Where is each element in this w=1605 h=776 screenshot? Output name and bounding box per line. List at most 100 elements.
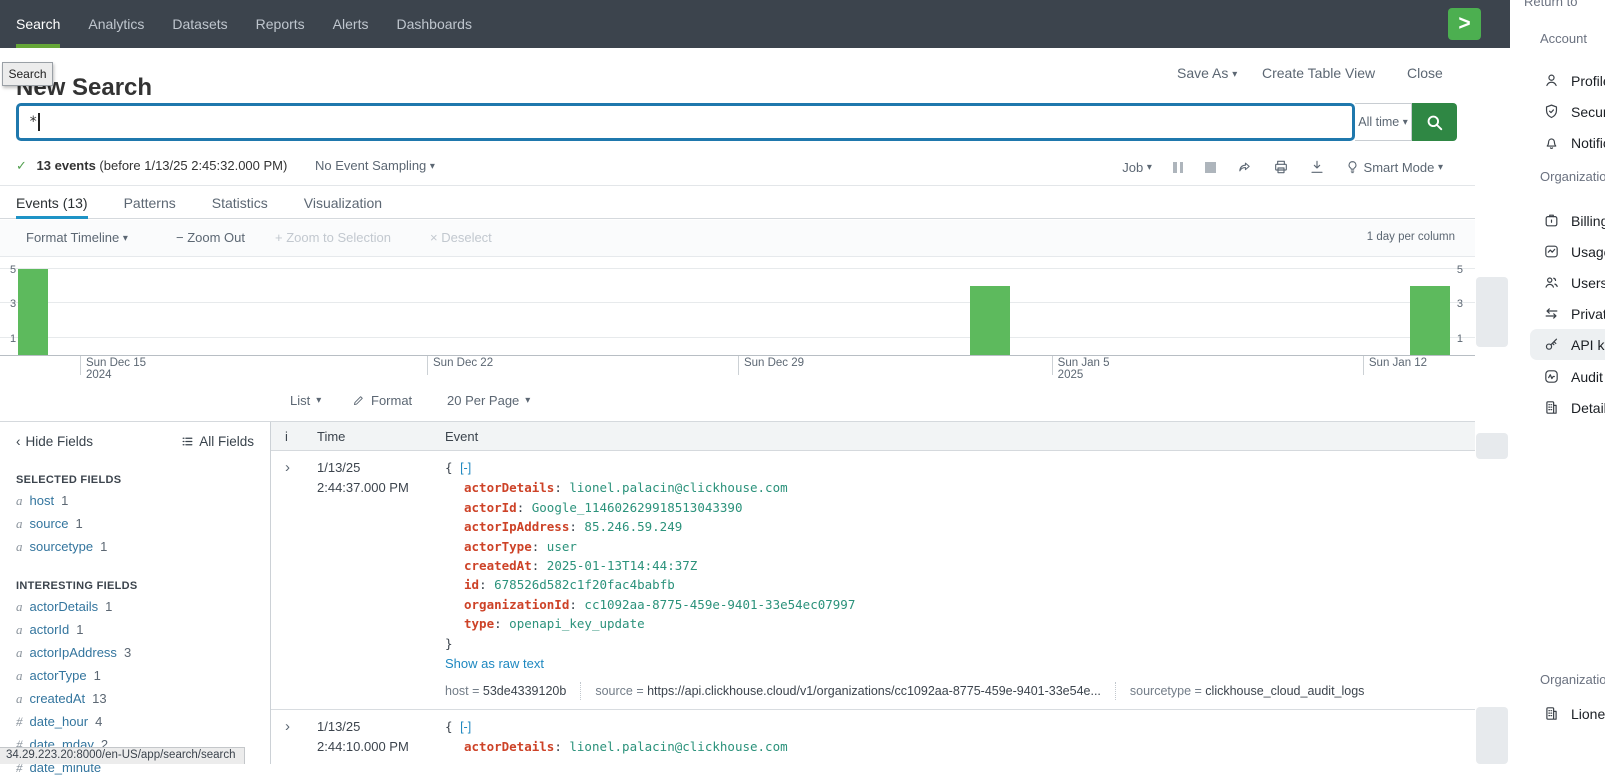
print-button[interactable] [1273, 159, 1289, 175]
field-host[interactable]: ahost1 [16, 493, 254, 509]
pause-button[interactable] [1172, 162, 1185, 173]
nav-item-reports[interactable]: Reports [256, 0, 305, 48]
menu-item-details[interactable]: Details [1530, 392, 1605, 423]
chevron-down-icon: ▾ [1147, 162, 1152, 173]
deselect-button[interactable]: × Deselect [430, 230, 492, 245]
share-button[interactable] [1236, 160, 1253, 175]
nav-item-dashboards[interactable]: Dashboards [396, 0, 472, 48]
per-page-dropdown[interactable]: 20 Per Page ▾ [447, 393, 530, 408]
expand-event-chevron-icon[interactable]: › [285, 459, 290, 476]
hide-fields-link[interactable]: ‹ Hide Fields [16, 434, 93, 449]
meta-host-value[interactable]: 53de4339120b [483, 684, 566, 698]
meta-sourcetype-value[interactable]: clickhouse_cloud_audit_logs [1205, 684, 1364, 698]
nav-item-alerts[interactable]: Alerts [333, 0, 369, 48]
timeline-bar[interactable] [970, 286, 1010, 355]
json-value[interactable]: user [547, 539, 577, 554]
json-key[interactable]: actorId [464, 500, 517, 515]
zoom-to-selection-button[interactable]: + Zoom to Selection [275, 230, 391, 245]
show-raw-text-link[interactable]: Show as raw text [445, 654, 1475, 674]
tab-statistics[interactable]: Statistics [212, 187, 268, 218]
json-key[interactable]: actorDetails [464, 739, 554, 754]
menu-item-private[interactable]: Private [1530, 298, 1605, 329]
building-icon [1543, 705, 1560, 722]
menu-item-organization-lionel[interactable]: Lionel [1530, 698, 1605, 729]
json-key[interactable]: createdAt [464, 558, 532, 573]
json-key[interactable]: type [464, 616, 494, 631]
field-source[interactable]: asource1 [16, 516, 254, 532]
search-input[interactable]: * [16, 103, 1355, 141]
menu-item-billing[interactable]: Billing [1530, 205, 1605, 236]
billing-icon [1543, 212, 1560, 229]
json-value[interactable]: openapi_key_update [509, 616, 644, 631]
json-key[interactable]: actorType [464, 539, 532, 554]
expand-event-chevron-icon[interactable]: › [285, 718, 290, 735]
list-view-dropdown[interactable]: List ▾ [290, 393, 321, 408]
tab-patterns[interactable]: Patterns [124, 187, 176, 218]
timeline-bar[interactable] [18, 269, 48, 355]
field-sourcetype[interactable]: asourcetype1 [16, 539, 254, 555]
json-value[interactable]: Google_114602629918513043390 [532, 500, 743, 515]
timeline-bar[interactable] [1410, 286, 1450, 355]
time-range-picker[interactable]: All time ▾ [1355, 103, 1412, 141]
json-value[interactable]: lionel.palacin@clickhouse.com [569, 739, 787, 754]
close-button[interactable]: Close [1407, 65, 1443, 81]
job-menu[interactable]: Job ▾ [1122, 160, 1152, 175]
chevron-down-icon: ▾ [123, 233, 128, 244]
field-type-icon: a [16, 599, 23, 614]
json-value[interactable]: 678526d582c1f20fac4babfb [494, 577, 675, 592]
field-date_hour[interactable]: #date_hour4 [16, 714, 254, 730]
json-value[interactable]: 85.246.59.249 [584, 519, 682, 534]
json-value[interactable]: cc1092aa-8775-459e-9401-33e54ec07997 [584, 597, 855, 612]
collapse-json-link[interactable]: [-] [460, 720, 471, 734]
format-results-button[interactable]: Format [352, 393, 412, 408]
json-key[interactable]: id [464, 577, 479, 592]
x-axis-tick [738, 356, 739, 375]
tab-visualization[interactable]: Visualization [304, 187, 382, 218]
tab-events[interactable]: Events (13) [16, 187, 88, 218]
field-actorIpAddress[interactable]: aactorIpAddress3 [16, 645, 254, 661]
menu-item-security[interactable]: Security [1530, 96, 1605, 127]
save-as-button[interactable]: Save As ▾ [1177, 65, 1237, 81]
create-table-view-button[interactable]: Create Table View [1262, 65, 1375, 81]
search-mode-dropdown[interactable]: Smart Mode ▾ [1345, 159, 1443, 175]
splunk-logo-icon[interactable]: > [1448, 8, 1481, 40]
y-axis-tick-label: 3 [10, 298, 16, 310]
nav-item-analytics[interactable]: Analytics [88, 0, 144, 48]
format-timeline-dropdown[interactable]: Format Timeline ▾ [26, 230, 128, 245]
menu-item-users[interactable]: Users [1530, 267, 1605, 298]
timeline-plot[interactable]: 113355 [0, 257, 1475, 356]
json-key[interactable]: organizationId [464, 597, 569, 612]
json-value[interactable]: lionel.palacin@clickhouse.com [569, 480, 787, 495]
export-button[interactable] [1309, 159, 1325, 175]
meta-source-value[interactable]: https://api.clickhouse.cloud/v1/organiza… [647, 684, 1101, 698]
nav-label: Reports [256, 16, 305, 32]
nav-item-search[interactable]: Search [16, 0, 60, 48]
search-submit-button[interactable] [1412, 103, 1457, 141]
event-json: { [-] actorDetails: lionel.palacin@click… [445, 458, 1475, 653]
nav-hover-tooltip: Search [2, 62, 53, 86]
field-actorDetails[interactable]: aactorDetails1 [16, 599, 254, 615]
menu-item-usage[interactable]: Usage [1530, 236, 1605, 267]
field-actorId[interactable]: aactorId1 [16, 622, 254, 638]
y-axis-tick-label: 5 [1457, 264, 1463, 276]
json-key[interactable]: actorDetails [464, 480, 554, 495]
field-createdAt[interactable]: acreatedAt13 [16, 691, 254, 707]
json-key[interactable]: actorIpAddress [464, 519, 569, 534]
x-axis-tick [1052, 356, 1053, 375]
zoom-out-button[interactable]: − Zoom Out [176, 230, 245, 245]
menu-item-audit[interactable]: Audit [1530, 361, 1605, 392]
menu-item-notifications[interactable]: Notifications [1530, 127, 1605, 158]
json-value[interactable]: 2025-01-13T14:44:37Z [547, 558, 698, 573]
nav-item-datasets[interactable]: Datasets [172, 0, 227, 48]
collapse-json-link[interactable]: [-] [460, 461, 471, 475]
stop-button[interactable] [1205, 162, 1216, 173]
chevron-left-icon: ‹ [16, 434, 21, 449]
field-actorType[interactable]: aactorType1 [16, 668, 254, 684]
menu-item-api-keys[interactable]: API keys [1530, 329, 1605, 360]
shield-check-icon [1543, 103, 1560, 120]
y-axis-tick-label: 5 [10, 264, 16, 276]
return-to-link[interactable]: Return to [1524, 0, 1577, 9]
menu-item-profile[interactable]: Profile [1530, 65, 1605, 96]
all-fields-link[interactable]: All Fields [181, 434, 254, 449]
event-sampling-dropdown[interactable]: No Event Sampling ▾ [315, 158, 435, 173]
